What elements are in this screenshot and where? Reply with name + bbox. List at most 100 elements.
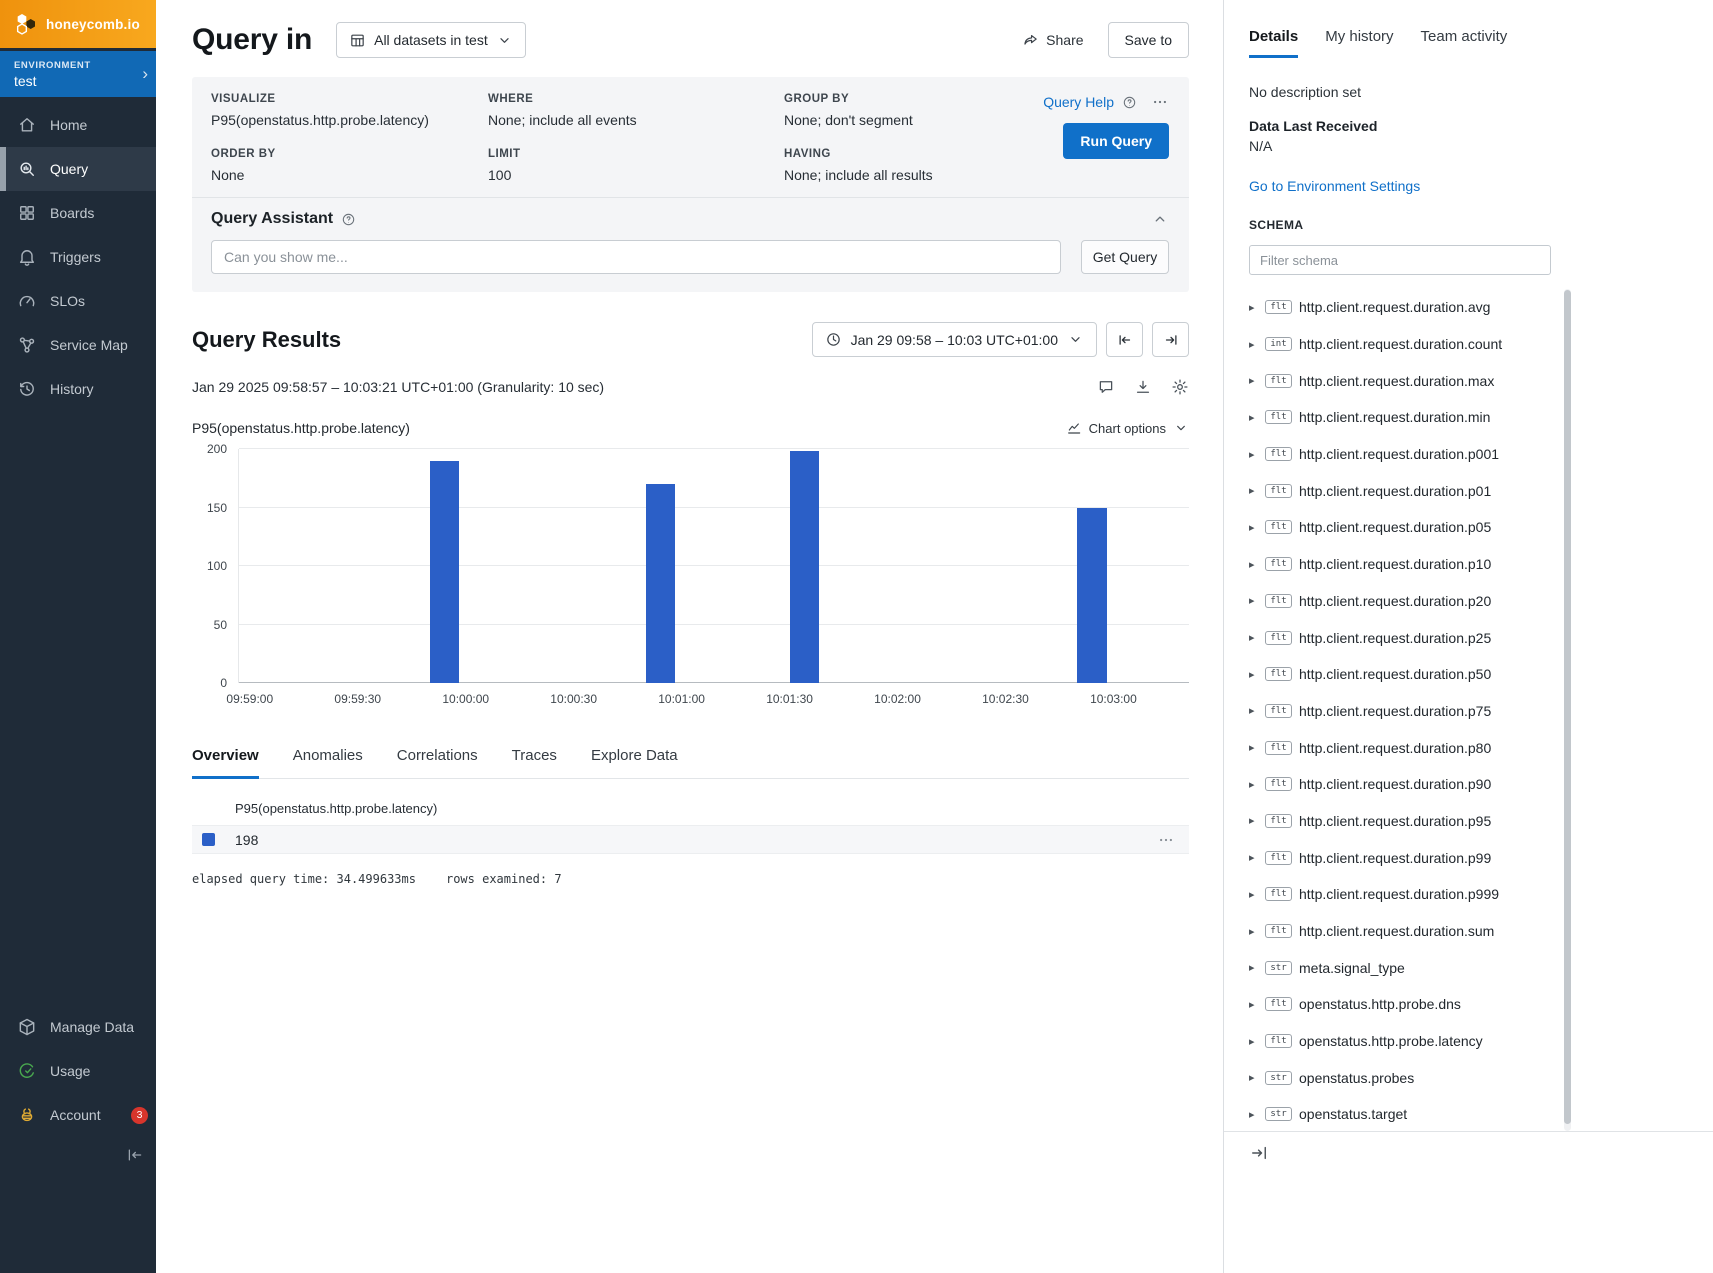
clause-having[interactable]: HAVINGNone; include all results <box>784 148 1011 183</box>
collapse-sidebar-button[interactable] <box>0 1137 156 1173</box>
save-to-button[interactable]: Save to <box>1108 22 1189 58</box>
sidebar-item-boards[interactable]: Boards <box>0 191 156 235</box>
schema-field-row[interactable]: ▸flthttp.client.request.duration.p25 <box>1249 619 1571 656</box>
sidebar-item-query[interactable]: Query <box>0 147 156 191</box>
chart-bar[interactable] <box>790 451 820 683</box>
expand-triangle-icon[interactable]: ▸ <box>1249 484 1263 497</box>
expand-triangle-icon[interactable]: ▸ <box>1249 411 1263 424</box>
schema-field-row[interactable]: ▸flthttp.client.request.duration.p001 <box>1249 436 1571 473</box>
tab-anomalies[interactable]: Anomalies <box>293 747 363 779</box>
time-range-selector[interactable]: Jan 29 09:58 – 10:03 UTC+01:00 <box>812 322 1097 357</box>
clause-visualize[interactable]: VISUALIZEP95(openstatus.http.probe.laten… <box>211 93 488 128</box>
clause-group-by[interactable]: GROUP BYNone; don't segment <box>784 93 1011 128</box>
schema-field-row[interactable]: ▸fltopenstatus.http.probe.dns <box>1249 986 1571 1023</box>
details-tab-team-activity[interactable]: Team activity <box>1421 28 1508 58</box>
expand-triangle-icon[interactable]: ▸ <box>1249 374 1263 387</box>
builder-menu-button[interactable] <box>1151 93 1169 111</box>
row-menu-button[interactable] <box>1157 831 1175 849</box>
schema-field-row[interactable]: ▸flthttp.client.request.duration.p50 <box>1249 656 1571 693</box>
expand-triangle-icon[interactable]: ▸ <box>1249 1108 1263 1121</box>
chart-options-button[interactable]: Chart options <box>1066 420 1189 436</box>
expand-triangle-icon[interactable]: ▸ <box>1249 998 1263 1011</box>
expand-triangle-icon[interactable]: ▸ <box>1249 704 1263 717</box>
help-circle-icon[interactable] <box>341 212 356 227</box>
sidebar-item-history[interactable]: History <box>0 367 156 411</box>
schema-field-row[interactable]: ▸flthttp.client.request.duration.p999 <box>1249 876 1571 913</box>
share-button[interactable]: Share <box>1022 32 1083 49</box>
expand-triangle-icon[interactable]: ▸ <box>1249 301 1263 314</box>
expand-triangle-icon[interactable]: ▸ <box>1249 594 1263 607</box>
schema-field-row[interactable]: ▸flthttp.client.request.duration.p90 <box>1249 766 1571 803</box>
expand-triangle-icon[interactable]: ▸ <box>1249 925 1263 938</box>
schema-field-row[interactable]: ▸flthttp.client.request.duration.sum <box>1249 913 1571 950</box>
time-forward-button[interactable] <box>1152 322 1189 357</box>
tab-overview[interactable]: Overview <box>192 747 259 779</box>
expand-triangle-icon[interactable]: ▸ <box>1249 961 1263 974</box>
expand-triangle-icon[interactable]: ▸ <box>1249 1035 1263 1048</box>
expand-triangle-icon[interactable]: ▸ <box>1249 778 1263 791</box>
sidebar-item-triggers[interactable]: Triggers <box>0 235 156 279</box>
comment-button[interactable] <box>1097 378 1115 396</box>
expand-triangle-icon[interactable]: ▸ <box>1249 814 1263 827</box>
schema-field-row[interactable]: ▸stropenstatus.probes <box>1249 1059 1571 1096</box>
query-help-link[interactable]: Query Help <box>1043 94 1114 110</box>
honeycomb-logo[interactable]: honeycomb.io <box>0 0 156 48</box>
expand-triangle-icon[interactable]: ▸ <box>1249 1071 1263 1084</box>
sidebar-item-manage-data[interactable]: Manage Data <box>0 1005 156 1049</box>
schema-field-row[interactable]: ▸inthttp.client.request.duration.count <box>1249 326 1571 363</box>
chart-bar[interactable] <box>1077 508 1107 684</box>
get-query-button[interactable]: Get Query <box>1081 240 1169 274</box>
scrollbar-thumb[interactable] <box>1564 290 1571 1124</box>
expand-triangle-icon[interactable]: ▸ <box>1249 558 1263 571</box>
schema-scrollbar[interactable] <box>1564 289 1571 1131</box>
expand-triangle-icon[interactable]: ▸ <box>1249 448 1263 461</box>
expand-triangle-icon[interactable]: ▸ <box>1249 521 1263 534</box>
schema-field-row[interactable]: ▸flthttp.client.request.duration.avg <box>1249 289 1571 326</box>
assistant-input[interactable] <box>211 240 1061 274</box>
environment-switcher[interactable]: ENVIRONMENT test › <box>0 51 156 97</box>
expand-triangle-icon[interactable]: ▸ <box>1249 338 1263 351</box>
sidebar-item-home[interactable]: Home <box>0 103 156 147</box>
schema-field-row[interactable]: ▸flthttp.client.request.duration.p05 <box>1249 509 1571 546</box>
table-row[interactable]: 198 <box>192 825 1189 854</box>
details-tab-details[interactable]: Details <box>1249 28 1298 58</box>
download-button[interactable] <box>1134 378 1152 396</box>
expand-triangle-icon[interactable]: ▸ <box>1249 741 1263 754</box>
schema-field-row[interactable]: ▸flthttp.client.request.duration.p01 <box>1249 472 1571 509</box>
schema-field-row[interactable]: ▸flthttp.client.request.duration.p99 <box>1249 839 1571 876</box>
expand-triangle-icon[interactable]: ▸ <box>1249 851 1263 864</box>
time-back-button[interactable] <box>1106 322 1143 357</box>
sidebar-item-service-map[interactable]: Service Map <box>0 323 156 367</box>
clause-limit[interactable]: LIMIT100 <box>488 148 784 183</box>
schema-filter-input[interactable] <box>1249 245 1551 275</box>
clause-order-by[interactable]: ORDER BYNone <box>211 148 488 183</box>
schema-field-row[interactable]: ▸flthttp.client.request.duration.min <box>1249 399 1571 436</box>
schema-field-row[interactable]: ▸flthttp.client.request.duration.p95 <box>1249 803 1571 840</box>
collapse-details-button[interactable] <box>1249 1143 1269 1163</box>
sidebar-item-account[interactable]: Account3 <box>0 1093 156 1137</box>
schema-field-row[interactable]: ▸stropenstatus.target <box>1249 1096 1571 1131</box>
schema-field-row[interactable]: ▸flthttp.client.request.duration.p10 <box>1249 546 1571 583</box>
tab-correlations[interactable]: Correlations <box>397 747 478 779</box>
chart-bar[interactable] <box>430 461 460 683</box>
chart-bar[interactable] <box>646 484 676 683</box>
schema-field-row[interactable]: ▸flthttp.client.request.duration.p80 <box>1249 729 1571 766</box>
run-query-button[interactable]: Run Query <box>1063 123 1169 159</box>
expand-triangle-icon[interactable]: ▸ <box>1249 631 1263 644</box>
tab-explore-data[interactable]: Explore Data <box>591 747 678 779</box>
collapse-assistant-button[interactable] <box>1151 210 1169 228</box>
schema-field-row[interactable]: ▸strmeta.signal_type <box>1249 949 1571 986</box>
sidebar-item-usage[interactable]: Usage <box>0 1049 156 1093</box>
settings-button[interactable] <box>1171 378 1189 396</box>
schema-field-row[interactable]: ▸flthttp.client.request.duration.max <box>1249 362 1571 399</box>
expand-triangle-icon[interactable]: ▸ <box>1249 888 1263 901</box>
schema-field-row[interactable]: ▸flthttp.client.request.duration.p75 <box>1249 693 1571 730</box>
schema-field-row[interactable]: ▸flthttp.client.request.duration.p20 <box>1249 583 1571 620</box>
help-circle-icon[interactable] <box>1122 95 1137 110</box>
environment-settings-link[interactable]: Go to Environment Settings <box>1249 178 1713 194</box>
clause-where[interactable]: WHERENone; include all events <box>488 93 784 128</box>
details-tab-my-history[interactable]: My history <box>1325 28 1393 58</box>
dataset-selector[interactable]: All datasets in test <box>336 22 526 58</box>
schema-field-row[interactable]: ▸fltopenstatus.http.probe.latency <box>1249 1023 1571 1060</box>
sidebar-item-slos[interactable]: SLOs <box>0 279 156 323</box>
